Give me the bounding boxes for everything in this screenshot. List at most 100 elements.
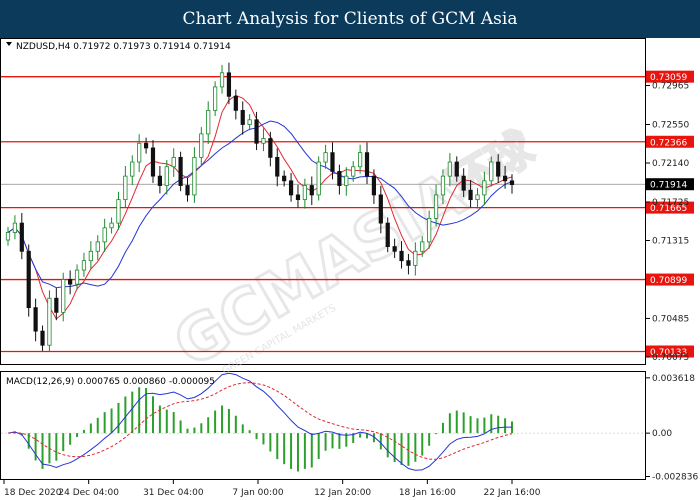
level-price-label: 0.70899 (650, 276, 687, 286)
time-tick-label: 24 Dec 04:00 (58, 488, 119, 498)
candle-body (302, 185, 307, 201)
candle-body (254, 119, 259, 144)
candle-body (95, 241, 100, 252)
candle-body (288, 180, 294, 196)
candle-body (378, 194, 383, 224)
candle-body (157, 175, 162, 186)
candle-body (502, 175, 508, 182)
candle-body (433, 194, 439, 219)
time-tick-label: 12 Jan 20:00 (314, 488, 371, 498)
candle-body (61, 279, 66, 313)
candle-body (213, 86, 218, 111)
candle-body (47, 297, 52, 346)
candle-body (337, 171, 342, 186)
candle-body (295, 194, 301, 201)
candle-body (74, 269, 80, 285)
candle-body (282, 175, 287, 182)
candle-body (482, 180, 487, 196)
candle-body (275, 156, 280, 177)
time-tick-label: 22 Jan 16:00 (484, 488, 541, 498)
time-tick-label: 7 Jan 00:00 (232, 488, 284, 498)
time-tick-label: 31 Dec 04:00 (143, 488, 204, 498)
macd-tick-label: -0.002836 (652, 472, 698, 482)
macd-tick-label: 0.003618 (652, 374, 695, 384)
candle-body (461, 175, 466, 191)
candle-body (12, 222, 18, 233)
time-tick-label: 18 Dec 2020 (4, 488, 62, 498)
candle-body (102, 227, 107, 243)
candle-body (316, 161, 321, 196)
candle-body (150, 147, 156, 177)
candle-body (178, 156, 183, 186)
candle-body (116, 199, 121, 224)
macd-axis: 0.003618 0.00 -0.002836 (645, 374, 698, 482)
chart-area: GCMASIA 环球 GREEN CAPITAL MARKETS 0.73059… (0, 38, 698, 498)
price-tick-label: 0.70485 (652, 314, 689, 324)
candle-body (226, 72, 232, 97)
candle-body (164, 166, 169, 186)
candle-body (5, 232, 11, 241)
time-axis: 18 Dec 202024 Dec 04:00 31 Dec 04:00 7 Jan… (3, 479, 541, 498)
candle-body (468, 189, 473, 201)
candle-body (392, 246, 397, 252)
candle-body (364, 152, 370, 177)
candle-body (81, 260, 87, 271)
candle-body (475, 194, 480, 201)
candle-body (509, 180, 515, 185)
current-price-label: 0.71914 (650, 181, 687, 191)
price-tick-label: 0.70075 (652, 353, 689, 363)
macd-tick-label: 0.00 (652, 429, 672, 439)
candle-body (130, 161, 135, 177)
price-tick-label: 0.71725 (652, 198, 689, 208)
candle-body (413, 250, 418, 266)
candle-body (33, 307, 38, 332)
candle-body (26, 250, 31, 309)
candle-body (496, 161, 501, 177)
header-bar: Chart Analysis for Clients of GCM Asia (0, 0, 700, 38)
candle-body (19, 222, 24, 252)
candle-body (440, 175, 446, 196)
candle-body (358, 152, 363, 168)
candle-body (185, 185, 190, 196)
page-title: Chart Analysis for Clients of GCM Asia (182, 9, 518, 29)
candle-body (123, 175, 128, 201)
candle-body (261, 138, 266, 144)
price-tick-label: 0.72965 (652, 81, 689, 91)
candle-body (171, 156, 176, 168)
price-tick-label: 0.72140 (652, 159, 689, 169)
candle-body (40, 330, 45, 346)
candle-body (420, 241, 425, 252)
candle-body (68, 279, 73, 285)
candle-body (247, 119, 252, 125)
candle-body (199, 133, 204, 158)
candle-body (323, 152, 328, 163)
candle-body (427, 218, 432, 243)
candle-body (385, 222, 390, 247)
candle-body (309, 185, 314, 196)
candle-body (206, 109, 211, 135)
candle-body (219, 72, 225, 88)
macd-label: MACD(12,26,9) 0.000765 0.000860 -0.00009… (6, 377, 215, 387)
candle-body (54, 297, 59, 313)
candle-body (240, 109, 245, 125)
candle-body (371, 175, 377, 196)
candle-body (268, 138, 273, 158)
time-tick-label: 18 Jan 16:00 (399, 488, 456, 498)
price-tick-label: 0.71315 (652, 236, 689, 246)
candle-body (489, 161, 494, 182)
candle-body (109, 222, 114, 229)
level-price-label: 0.72366 (650, 138, 687, 148)
candle-body (454, 161, 459, 177)
candle-body (192, 156, 197, 196)
candle-body (406, 260, 411, 266)
price-axis: 0.72965 0.72550 0.72140 0.71725 0.71315 0.704… (645, 81, 694, 363)
candle-body (233, 95, 238, 111)
candle-body (330, 152, 335, 172)
candle-body (447, 161, 452, 177)
candle-body (399, 250, 404, 262)
price-tick-label: 0.72550 (652, 120, 689, 130)
candle-body (143, 142, 149, 149)
candle-body (88, 250, 93, 262)
candle-body (344, 175, 349, 186)
candle-body (351, 166, 356, 177)
